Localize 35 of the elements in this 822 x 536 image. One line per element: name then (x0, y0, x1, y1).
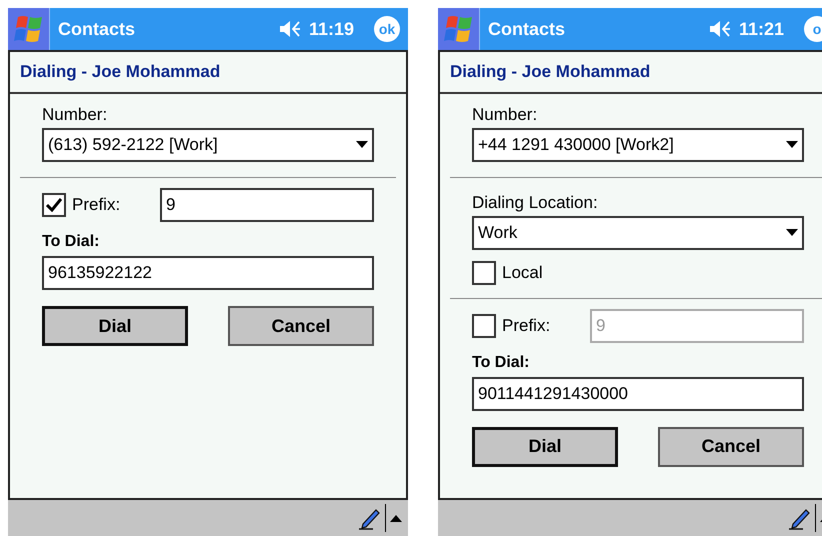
checkbox-label: Prefix: (502, 314, 552, 337)
dialog-heading: Dialing - Joe Mohammad (20, 61, 220, 84)
checkbox-label: Local (502, 262, 543, 284)
prefix-field[interactable]: 9 (160, 188, 374, 222)
start-button[interactable] (438, 8, 480, 50)
dropdown-caret-icon (786, 141, 798, 149)
speaker-icon[interactable] (278, 19, 301, 39)
field-label: Number: (472, 104, 538, 126)
cancel-button[interactable]: Cancel (228, 306, 374, 346)
app-title: Contacts (58, 18, 136, 40)
field-label: Number: (42, 104, 108, 126)
checkbox[interactable] (42, 193, 66, 217)
checkmark-icon (46, 198, 62, 212)
number-dropdown[interactable]: (613) 592-2122 [Work] (42, 128, 374, 162)
clock-time: 11:21 (738, 18, 784, 40)
to-dial-field[interactable]: 96135922122 (42, 256, 374, 290)
checkbox[interactable] (472, 260, 496, 285)
speaker-icon[interactable] (708, 19, 731, 39)
dial-button[interactable]: Dial (42, 306, 188, 346)
app-title: Contacts (488, 18, 566, 40)
dial-button[interactable]: Dial (472, 426, 618, 466)
dialog-heading: Dialing - Joe Mohammad (450, 61, 650, 84)
dropdown-caret-icon (356, 141, 368, 149)
field-label: To Dial: (42, 232, 100, 252)
start-button[interactable] (8, 8, 50, 50)
field-label: Dialing Location: (472, 192, 599, 214)
field-label: To Dial: (472, 352, 530, 372)
up-arrow-icon[interactable] (390, 514, 402, 522)
number-dropdown[interactable]: +44 1291 430000 [Work2] (472, 128, 804, 162)
cancel-button[interactable]: Cancel (658, 426, 804, 466)
clock-time: 11:19 (308, 18, 354, 40)
checkbox-label: Prefix: (72, 194, 122, 216)
dropdown-caret-icon (786, 229, 798, 237)
location-dropdown[interactable]: Work (472, 216, 804, 250)
to-dial-field[interactable]: 9011441291430000 (472, 376, 804, 410)
